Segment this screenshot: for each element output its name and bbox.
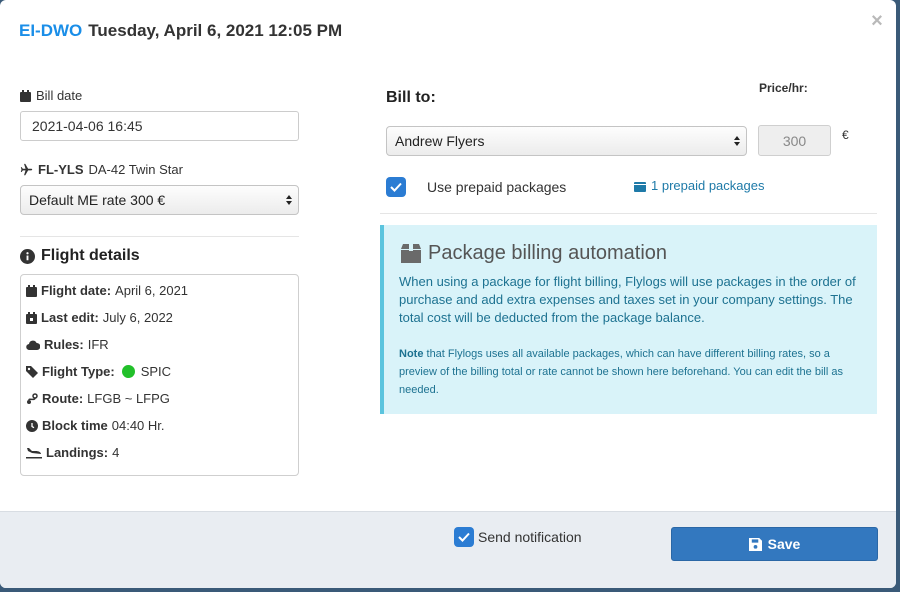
price-hr-label-text: Price/hr: — [759, 81, 808, 95]
detail-row-landings: Landings: 4 — [26, 445, 119, 460]
flight-details-heading-text: Flight details — [41, 247, 140, 264]
customer-select[interactable]: Andrew Flyers — [386, 126, 747, 156]
price-input[interactable]: 300 — [758, 125, 831, 156]
plane-landing-icon — [26, 447, 42, 458]
package-icon — [401, 243, 421, 263]
detail-value: IFR — [87, 337, 109, 352]
cloud-icon — [26, 340, 40, 350]
select-arrows-icon — [734, 136, 740, 146]
calendar-icon — [20, 89, 31, 102]
aircraft-model: DA-42 Twin Star — [88, 162, 183, 177]
use-prepaid-checkbox[interactable] — [386, 177, 406, 197]
airplane-icon — [20, 163, 33, 176]
calendar-edit-icon — [26, 311, 37, 324]
detail-label: Last edit: — [41, 310, 99, 325]
detail-label: Route: — [42, 391, 84, 406]
detail-label: Flight Type: — [42, 364, 115, 379]
bill-date-label: Bill date — [20, 88, 82, 103]
price-hr-label: Price/hr: — [759, 81, 808, 95]
info-note-text: that Flylogs uses all available packages… — [399, 348, 843, 396]
aircraft-label: FL-YLS DA-42 Twin Star — [20, 162, 183, 177]
save-button-label: Save — [767, 536, 801, 552]
checkmark-icon — [390, 182, 402, 192]
close-icon[interactable]: × — [866, 10, 888, 32]
detail-value: LFGB ~ LFPG — [87, 391, 170, 406]
clock-icon — [26, 419, 38, 432]
package-icon — [634, 181, 646, 192]
checkmark-icon — [458, 532, 470, 542]
rate-select[interactable]: Default ME rate 300 € — [20, 185, 299, 215]
detail-label: Rules: — [44, 337, 84, 352]
send-notification-checkbox[interactable] — [454, 527, 474, 547]
detail-value: 04:40 Hr. — [111, 418, 165, 433]
billing-modal: × EI-DWO Tuesday, April 6, 2021 12:05 PM … — [0, 0, 896, 588]
prepaid-packages-link[interactable]: 1 prepaid packages — [634, 178, 764, 193]
detail-row-last-edit: Last edit: July 6, 2022 — [26, 310, 173, 325]
bill-date-label-text: Bill date — [36, 88, 83, 103]
detail-row-flight-type: Flight Type: SPIC — [26, 364, 171, 379]
detail-label: Block time — [42, 418, 108, 433]
info-body: When using a package for flight billing,… — [399, 274, 856, 325]
select-arrows-icon — [286, 195, 292, 205]
calendar-icon — [26, 284, 37, 297]
bill-to-label: Bill to: — [386, 89, 436, 107]
route-icon — [27, 392, 38, 404]
rate-select-value: Default ME rate 300 € — [29, 192, 166, 208]
divider — [20, 236, 299, 237]
send-notification-label: Send notification — [478, 529, 582, 545]
bill-to-label-text: Bill to: — [386, 89, 436, 106]
detail-label: Flight date: — [41, 283, 112, 298]
detail-row-route: Route: LFGB ~ LFPG — [26, 391, 170, 406]
save-button[interactable]: Save — [671, 527, 878, 561]
flight-details-box: Flight date: April 6, 2021 Last edit: Ju… — [20, 274, 299, 476]
price-input-value: 300 — [782, 132, 807, 149]
modal-title: EI-DWO Tuesday, April 6, 2021 12:05 PM — [19, 21, 342, 41]
bill-date-input[interactable]: 2021-04-06 16:45 — [20, 111, 299, 141]
flight-datetime: Tuesday, April 6, 2021 12:05 PM — [88, 21, 343, 40]
status-dot-icon — [121, 365, 135, 378]
detail-row-block-time: Block time 04:40 Hr. — [26, 418, 165, 433]
info-circle-icon — [20, 248, 35, 264]
flight-details-heading: Flight details — [20, 247, 140, 265]
aircraft-registration: FL-YLS — [38, 162, 84, 177]
tag-icon — [26, 365, 38, 378]
detail-value: 4 — [112, 445, 120, 460]
prepaid-packages-link-text: 1 prepaid packages — [651, 178, 765, 193]
currency-label: € — [842, 128, 849, 142]
detail-value: July 6, 2022 — [102, 310, 173, 325]
info-note-bold: Note — [399, 348, 424, 360]
bill-date-value: 2021-04-06 16:45 — [32, 118, 143, 134]
detail-label: Landings: — [46, 445, 109, 460]
customer-select-value: Andrew Flyers — [395, 133, 485, 149]
detail-row-flight-date: Flight date: April 6, 2021 — [26, 283, 188, 298]
floppy-disk-icon — [748, 537, 762, 551]
detail-row-rules: Rules: IFR — [26, 337, 109, 352]
tail-number: EI-DWO — [19, 21, 83, 40]
info-note: Note that Flylogs uses all available pac… — [399, 345, 863, 399]
divider — [380, 213, 877, 214]
info-heading: Package billing automation — [400, 242, 667, 265]
use-prepaid-label: Use prepaid packages — [427, 179, 567, 195]
detail-value: SPIC — [140, 364, 172, 379]
package-billing-info-box: Package billing automation When using a … — [380, 225, 877, 414]
detail-value: April 6, 2021 — [115, 283, 189, 298]
info-heading-text: Package billing automation — [428, 242, 668, 264]
